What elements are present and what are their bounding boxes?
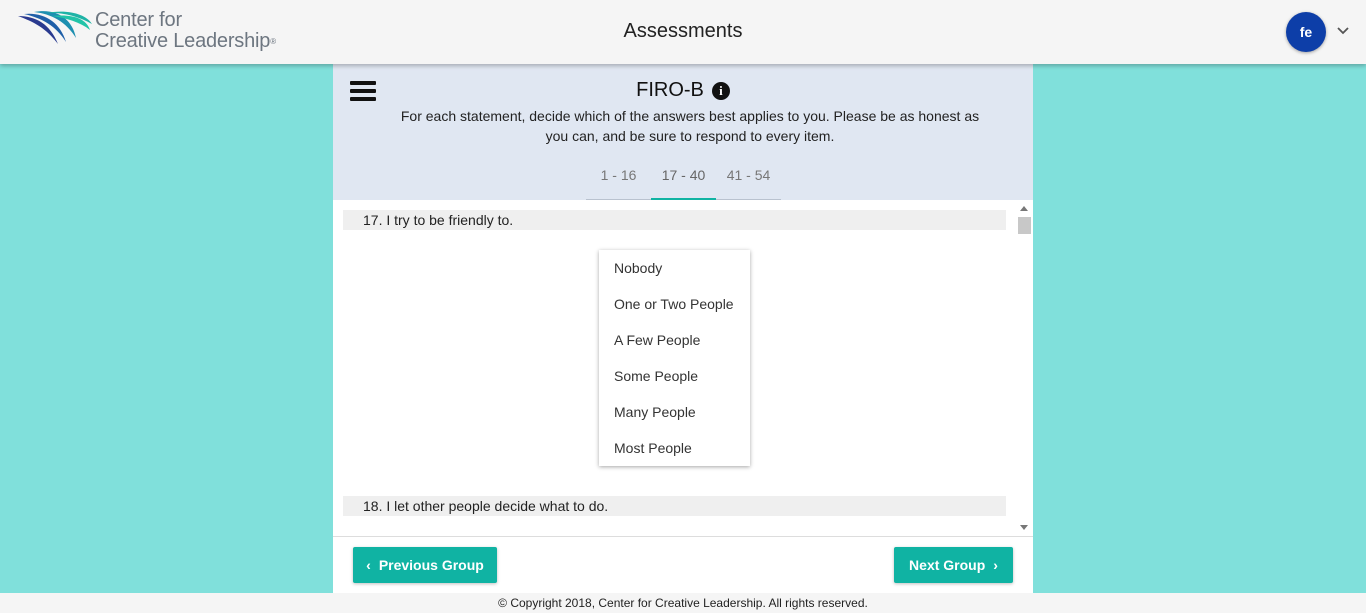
option-one-or-two-people[interactable]: One or Two People <box>599 286 750 322</box>
tab-1-16[interactable]: 1 - 16 <box>586 160 651 200</box>
assessment-title: FIRO-B <box>636 79 704 101</box>
tab-41-54[interactable]: 41 - 54 <box>716 160 781 200</box>
vertical-scrollbar[interactable] <box>1016 200 1033 536</box>
question-17: 17. I try to be friendly to. <box>343 210 1006 230</box>
chevron-right-icon: › <box>993 557 998 573</box>
option-some-people[interactable]: Some People <box>599 358 750 394</box>
previous-group-button[interactable]: ‹ Previous Group <box>353 547 497 583</box>
option-many-people[interactable]: Many People <box>599 394 750 430</box>
chevron-left-icon: ‹ <box>366 557 371 573</box>
next-group-label: Next Group <box>909 557 986 573</box>
option-most-people[interactable]: Most People <box>599 430 750 466</box>
scroll-down-arrow-icon[interactable] <box>1020 525 1028 530</box>
option-nobody[interactable]: Nobody <box>599 250 750 286</box>
assessment-title-row: FIRO-B i <box>333 79 1033 102</box>
option-a-few-people[interactable]: A Few People <box>599 322 750 358</box>
user-avatar[interactable]: fe <box>1286 12 1326 52</box>
answer-options-dropdown[interactable]: Nobody One or Two People A Few People So… <box>599 250 750 466</box>
next-group-button[interactable]: Next Group › <box>894 547 1013 583</box>
top-bar: Center for Creative Leadership® Assessme… <box>0 0 1366 64</box>
instructions-text: For each statement, decide which of the … <box>400 108 980 144</box>
questions-scroll-area[interactable]: 17. I try to be friendly to. Nobody One … <box>333 200 1033 536</box>
app-title: Assessments <box>623 20 743 42</box>
copyright-footer: © Copyright 2018, Center for Creative Le… <box>0 593 1366 613</box>
assessment-header: FIRO-B i For each statement, decide which… <box>333 64 1033 200</box>
question-18: 18. I let other people decide what to do… <box>343 496 1006 516</box>
tab-17-40[interactable]: 17 - 40 <box>651 160 716 200</box>
navigation-footer: ‹ Previous Group Next Group › <box>333 536 1033 593</box>
group-tabs: 1 - 16 17 - 40 41 - 54 <box>586 160 781 200</box>
scrollbar-thumb[interactable] <box>1018 217 1031 234</box>
scroll-up-arrow-icon[interactable] <box>1020 206 1028 211</box>
previous-group-label: Previous Group <box>378 557 484 573</box>
chevron-down-icon[interactable] <box>1336 24 1350 38</box>
assessment-panel: FIRO-B i For each statement, decide which… <box>333 64 1033 593</box>
info-icon[interactable]: i <box>711 82 730 100</box>
